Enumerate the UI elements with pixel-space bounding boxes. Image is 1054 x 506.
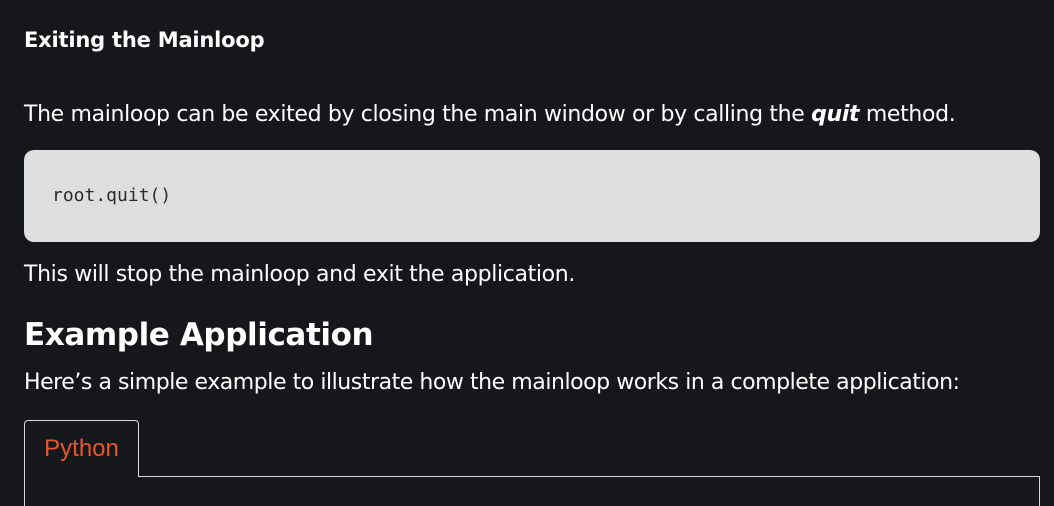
- paragraph-text: The mainloop can be exited by closing th…: [24, 102, 812, 127]
- quit-emphasis: quit: [811, 102, 860, 127]
- paragraph-text-end: method.: [859, 102, 956, 127]
- code-snippet: root.quit(): [52, 185, 172, 206]
- paragraph-quit-description: The mainloop can be exited by closing th…: [24, 100, 956, 130]
- example-heading: Example Application: [24, 317, 374, 353]
- section-heading: Exiting the Mainloop: [24, 28, 265, 52]
- code-block: root.quit(): [24, 150, 1040, 242]
- paragraph-stop-description: This will stop the mainloop and exit the…: [24, 262, 576, 287]
- example-intro: Here’s a simple example to illustrate ho…: [24, 370, 960, 395]
- code-tab-panel: [24, 476, 1040, 506]
- article-content: Exiting the Mainloop The mainloop can be…: [0, 0, 1054, 506]
- tab-python[interactable]: Python: [24, 420, 139, 477]
